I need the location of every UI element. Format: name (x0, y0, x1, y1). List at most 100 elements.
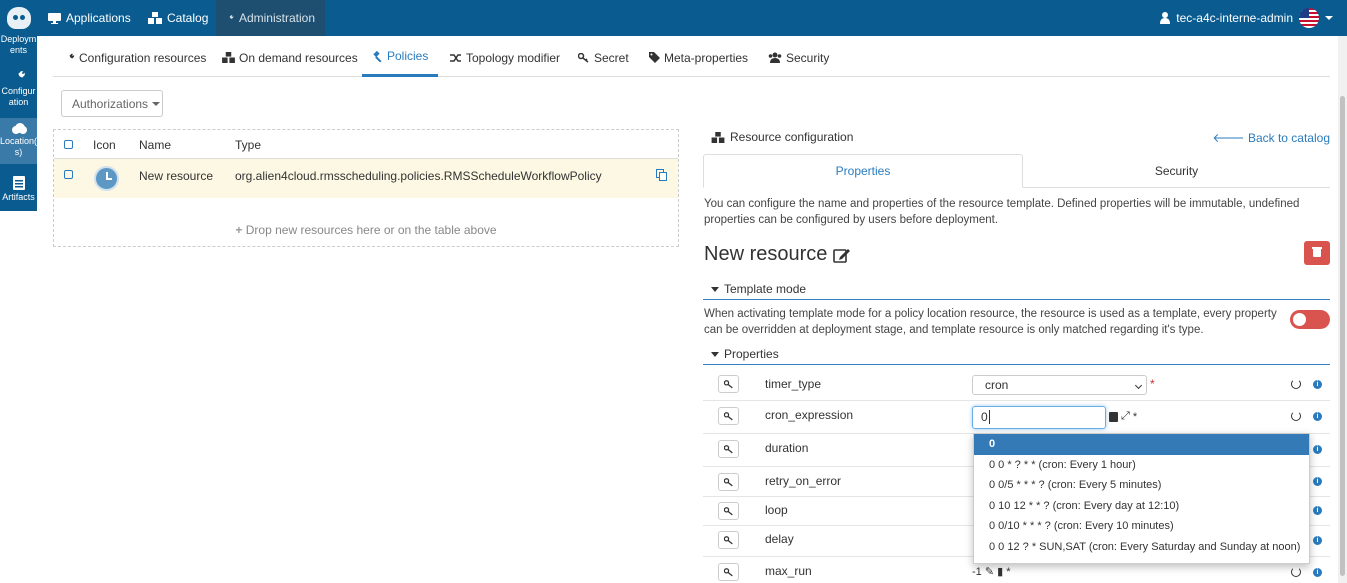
property-name: duration (765, 441, 809, 455)
cron-suggestion-item[interactable]: 0 (974, 434, 1309, 455)
paste-icon[interactable]: ▮ (997, 566, 1003, 578)
key-button[interactable] (718, 563, 739, 581)
key-icon (723, 411, 733, 420)
tab-label: On demand resources (239, 50, 358, 65)
tab-config-security[interactable]: Security (1023, 154, 1330, 188)
tab-meta-properties[interactable]: Meta-properties (639, 38, 758, 77)
tab-configuration-resources[interactable]: Configuration resources (55, 38, 216, 77)
key-button[interactable] (718, 375, 739, 393)
info-icon[interactable]: i (1313, 412, 1322, 421)
required-marker: * (1132, 410, 1138, 423)
wrench-icon (12, 71, 25, 83)
sidebar-item-artifacts[interactable]: Artifacts (0, 174, 37, 208)
cubes-icon (711, 131, 725, 143)
properties-section[interactable]: Properties (703, 344, 1330, 365)
sidebar-item-label: Location( s) (0, 136, 38, 157)
config-description: You can configure the name and propertie… (704, 198, 1300, 226)
tab-label: Secret (594, 50, 629, 65)
paste-icon[interactable] (1109, 411, 1118, 422)
us-flag-icon[interactable] (1299, 8, 1319, 28)
sidebar-item-locations[interactable]: Location( s) (0, 118, 37, 164)
undo-icon[interactable] (1291, 379, 1301, 389)
info-icon[interactable]: i (1313, 477, 1322, 486)
template-mode-section[interactable]: Template mode (703, 279, 1330, 300)
tab-label: Properties (835, 164, 891, 178)
cron-suggestion-item[interactable]: 0 0 * ? * * (cron: Every 1 hour) (974, 455, 1309, 476)
tab-secret[interactable]: Secret (568, 38, 639, 77)
key-button[interactable] (718, 531, 739, 549)
input-value: 0 (981, 410, 988, 424)
row-checkbox[interactable] (64, 170, 73, 179)
user-menu[interactable]: tec-a4c-interne-admin (1160, 0, 1333, 36)
required-marker: * (1150, 377, 1155, 391)
resource-name-heading: New resource (704, 243, 851, 266)
key-button[interactable] (718, 440, 739, 458)
back-to-catalog-link[interactable]: 🡐 Back to catalog (1212, 130, 1330, 145)
authorizations-dropdown[interactable]: Authorizations (61, 90, 163, 117)
cron-suggestion-item[interactable]: 0 10 12 * * ? (cron: Every day at 12:10) (974, 496, 1309, 517)
info-icon[interactable]: i (1313, 380, 1322, 389)
cron-suggestion-item[interactable]: 0 0/5 * * * ? (cron: Every 5 minutes) (974, 475, 1309, 496)
nav-applications[interactable]: Applications (38, 0, 141, 36)
nav-administration[interactable]: Administration (216, 0, 325, 36)
chevron-down-icon (1134, 381, 1143, 390)
table-row[interactable]: New resource org.alien4cloud.rmsscheduli… (54, 159, 678, 198)
nav-catalog[interactable]: Catalog (138, 0, 218, 36)
copy-icon[interactable] (656, 169, 667, 181)
user-icon (1160, 12, 1171, 24)
delete-resource-button[interactable] (1304, 241, 1330, 265)
max-run-value-display[interactable]: -1 ✎ ▮ * (972, 565, 1011, 578)
edit-icon[interactable]: ✎ (985, 566, 994, 578)
timer-type-select[interactable]: cron (972, 375, 1147, 395)
key-icon (723, 535, 733, 544)
users-icon (768, 52, 782, 63)
key-icon (723, 506, 733, 515)
nav-applications-label: Applications (66, 11, 131, 25)
template-mode-toggle[interactable] (1290, 310, 1330, 329)
sidebar-item-configuration[interactable]: Configur ation (0, 66, 37, 112)
undo-icon[interactable] (1291, 411, 1301, 421)
caret-down-icon (711, 286, 719, 292)
header-name: Name (139, 138, 172, 152)
plus-icon: + (235, 223, 243, 237)
tab-policies[interactable]: Policies (362, 38, 439, 77)
cron-suggestion-item[interactable]: 0 0 12 ? * SUN,SAT (cron: Every Saturday… (974, 537, 1309, 558)
expand-icon[interactable]: ⤢ (1121, 410, 1130, 423)
info-icon[interactable]: i (1313, 506, 1322, 515)
tab-label: Security (1154, 164, 1199, 178)
select-all-checkbox[interactable] (64, 140, 73, 149)
key-button[interactable] (718, 407, 739, 425)
key-icon (723, 477, 733, 486)
page-scrollbar[interactable] (1338, 36, 1347, 583)
chevron-down-icon (1325, 16, 1333, 20)
wrench-icon (65, 53, 75, 62)
alien4cloud-logo[interactable] (0, 0, 37, 36)
key-icon (723, 379, 733, 388)
tab-security[interactable]: Security (758, 38, 839, 77)
edit-icon[interactable] (833, 247, 851, 263)
key-button[interactable] (718, 473, 739, 491)
sidebar-item-deployments[interactable]: Deploym ents (0, 34, 37, 60)
header-icon: Icon (93, 138, 116, 152)
info-icon[interactable]: i (1313, 536, 1322, 545)
tag-icon (649, 52, 660, 63)
key-button[interactable] (718, 502, 739, 520)
key-icon (578, 52, 589, 63)
cron-suggestion-item[interactable]: 0 0/10 * * * ? (cron: Every 10 minutes) (974, 516, 1309, 537)
drop-hint: Drop new resources here or on the table … (245, 223, 497, 237)
caret-down-icon (711, 351, 719, 357)
info-icon[interactable]: i (1313, 568, 1322, 577)
cron-suggestions-dropdown: 0 0 0 * ? * * (cron: Every 1 hour) 0 0/5… (973, 433, 1310, 564)
drop-zone[interactable]: + Drop new resources here or on the tabl… (54, 223, 678, 237)
cron-expression-input[interactable]: 0 (972, 406, 1106, 429)
property-name: cron_expression (765, 408, 854, 422)
admin-tabs: Configuration resources On demand resour… (53, 38, 1330, 77)
tab-topology-modifier[interactable]: Topology modifier (440, 38, 570, 77)
tab-on-demand-resources[interactable]: On demand resources (212, 38, 368, 77)
select-value: cron (985, 378, 1009, 392)
tab-properties[interactable]: Properties (703, 154, 1023, 188)
cron-actions: ⤢ * (1109, 410, 1137, 423)
info-icon[interactable]: i (1313, 445, 1322, 454)
undo-icon[interactable] (1291, 567, 1301, 577)
resource-type-cell: org.alien4cloud.rmsscheduling.policies.R… (235, 169, 602, 183)
